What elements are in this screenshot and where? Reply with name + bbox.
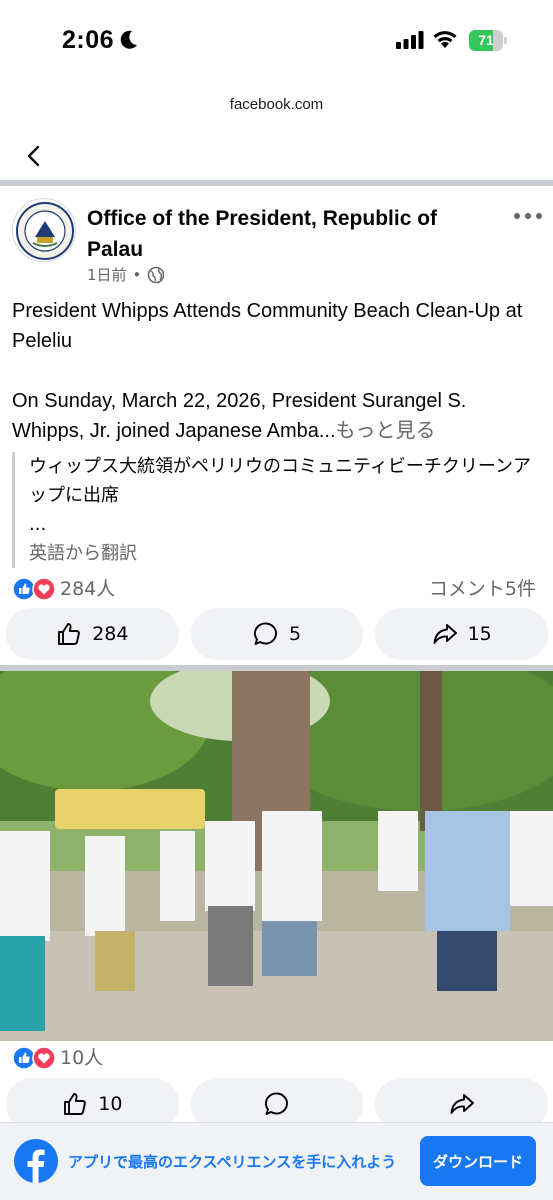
share-count: 15	[467, 623, 492, 645]
share-button[interactable]: 15	[375, 608, 549, 660]
comment-bubble-icon	[253, 622, 277, 645]
page-avatar[interactable]	[12, 198, 76, 262]
comment-button[interactable]: 5	[190, 608, 364, 660]
reaction-count: 284人	[60, 578, 116, 600]
comment-bubble-icon	[265, 1092, 288, 1115]
translation-note[interactable]: 英語から翻訳	[29, 539, 547, 568]
app-download-banner: アプリで最高のエクスペリエンスを手に入れよう ダウンロード	[0, 1122, 553, 1200]
presidential-seal-icon	[16, 202, 74, 260]
facebook-logo-icon	[14, 1139, 58, 1183]
share-arrow-icon	[450, 1094, 474, 1114]
status-time: 2:06	[62, 26, 115, 54]
more-options-icon[interactable]	[512, 208, 544, 224]
cellular-signal-icon	[396, 31, 424, 49]
beach-cleanup-photo	[0, 671, 553, 1041]
download-button[interactable]: ダウンロード	[420, 1136, 536, 1186]
globe-icon	[148, 266, 165, 283]
like-count: 10	[98, 1093, 123, 1115]
like-count: 284	[92, 623, 129, 645]
reaction-icons	[12, 577, 56, 601]
post-text: President Whipps Attends Community Beach…	[12, 296, 542, 446]
like-icon	[12, 577, 36, 601]
post-time[interactable]: 1日前	[87, 264, 127, 285]
post-title: President Whipps Attends Community Beach…	[12, 300, 523, 352]
post-photo[interactable]	[0, 671, 553, 1041]
translation-block: ウィップス大統領がペリリウのコミュニティビーチクリーンアップに出席 ... 英語…	[12, 452, 547, 568]
battery-indicator: 71	[469, 30, 507, 51]
status-bar: 2:06 71	[0, 0, 553, 80]
url-bar[interactable]: facebook.com	[0, 96, 553, 113]
meta-separator: •	[132, 265, 142, 284]
wifi-icon	[433, 31, 457, 48]
love-icon	[32, 1046, 56, 1070]
post-actions: 284 5 15	[6, 608, 549, 660]
chevron-left-icon[interactable]	[24, 144, 44, 168]
reaction-count: 10人	[60, 1047, 104, 1069]
reaction-icons	[12, 1046, 56, 1070]
translation-ellipsis: ...	[29, 514, 47, 535]
reactions-summary[interactable]: 284人 コメント5件	[12, 576, 540, 602]
comment-count-link[interactable]: コメント5件	[429, 576, 536, 602]
share-arrow-icon	[433, 624, 457, 644]
see-more-link[interactable]: もっと見る	[336, 420, 436, 442]
moon-icon	[120, 30, 137, 49]
page-name[interactable]: Office of the President, Republic of Pal…	[87, 203, 487, 265]
thumbs-up-icon	[58, 623, 81, 645]
like-icon	[12, 1046, 36, 1070]
battery-percent: 71	[478, 32, 494, 48]
love-icon	[32, 577, 56, 601]
banner-text[interactable]: アプリで最高のエクスペリエンスを手に入れよう	[68, 1151, 396, 1172]
section-divider	[0, 180, 553, 186]
post-body: On Sunday, March 22, 2026, President Sur…	[12, 386, 542, 446]
post-meta: 1日前 •	[87, 264, 165, 285]
thumbs-up-icon	[64, 1093, 87, 1115]
like-button[interactable]: 284	[6, 608, 179, 660]
comment-count: 5	[288, 623, 302, 645]
translated-text: ウィップス大統領がペリリウのコミュニティビーチクリーンアップに出席	[29, 456, 532, 506]
